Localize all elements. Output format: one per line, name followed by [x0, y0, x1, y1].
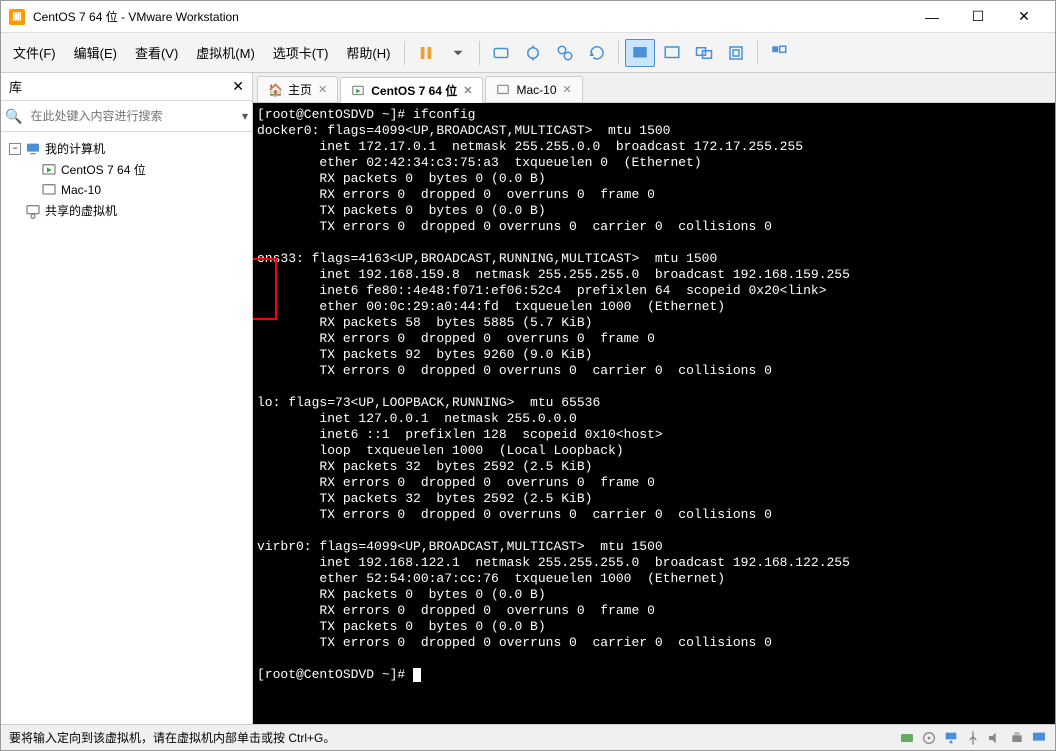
- collapse-icon[interactable]: −: [9, 143, 21, 155]
- terminal[interactable]: [root@CentOSDVD ~]# ifconfig docker0: fl…: [253, 103, 1055, 724]
- tab-label: CentOS 7 64 位: [371, 82, 457, 99]
- tab-home[interactable]: 🏠 主页 ✕: [257, 76, 338, 102]
- printer-icon[interactable]: [1009, 730, 1025, 746]
- sidebar-close-button[interactable]: ✕: [232, 78, 244, 95]
- sidebar-title: 库: [9, 77, 22, 96]
- search-row: 🔍 ▾: [1, 101, 252, 132]
- tab-close-icon[interactable]: ✕: [563, 83, 572, 96]
- tree-label: 我的计算机: [45, 140, 105, 157]
- body-row: 库 ✕ 🔍 ▾ − 我的计算机 CentOS 7 64 位 Mac-10: [1, 73, 1055, 724]
- snapshot-button[interactable]: [518, 39, 548, 67]
- tree-label: Mac-10: [61, 183, 101, 197]
- disk-icon[interactable]: [899, 730, 915, 746]
- tab-label: 主页: [288, 81, 312, 98]
- search-dropdown-icon[interactable]: ▾: [242, 109, 248, 123]
- computer-icon: [25, 141, 41, 157]
- vm-icon: [41, 182, 57, 198]
- tab-label: Mac-10: [516, 83, 556, 97]
- power-options-button[interactable]: [443, 39, 473, 67]
- menu-file[interactable]: 文件(F): [5, 39, 64, 66]
- close-button[interactable]: ✕: [1001, 2, 1047, 32]
- quick-switch-button[interactable]: [689, 39, 719, 67]
- revert-snapshot-button[interactable]: [582, 39, 612, 67]
- terminal-output: [root@CentOSDVD ~]# ifconfig docker0: fl…: [257, 107, 850, 682]
- maximize-button[interactable]: ☐: [955, 2, 1001, 32]
- thumbnail-bar-button[interactable]: [764, 39, 794, 67]
- stretch-guest-button[interactable]: [721, 39, 751, 67]
- tab-close-icon[interactable]: ✕: [463, 84, 472, 97]
- tab-mac[interactable]: Mac-10 ✕: [485, 76, 582, 102]
- search-icon: 🔍: [5, 108, 22, 125]
- tab-close-icon[interactable]: ✕: [318, 83, 327, 96]
- fullscreen-button[interactable]: [625, 39, 655, 67]
- tree-node-my-computer[interactable]: − 我的计算机: [5, 138, 248, 159]
- unity-button[interactable]: [657, 39, 687, 67]
- titlebar: ▣ CentOS 7 64 位 - VMware Workstation — ☐…: [1, 1, 1055, 33]
- minimize-button[interactable]: —: [909, 2, 955, 32]
- usb-icon[interactable]: [965, 730, 981, 746]
- search-input[interactable]: [26, 105, 238, 127]
- snapshot-manager-button[interactable]: [550, 39, 580, 67]
- vm-icon: [496, 83, 510, 97]
- menu-view[interactable]: 查看(V): [127, 39, 186, 66]
- tree-node-mac[interactable]: Mac-10: [5, 180, 248, 200]
- sound-icon[interactable]: [987, 730, 1003, 746]
- app-icon: ▣: [9, 9, 25, 25]
- send-ctrl-alt-del-button[interactable]: [486, 39, 516, 67]
- tree-node-shared[interactable]: 共享的虚拟机: [5, 200, 248, 221]
- shared-vm-icon: [25, 203, 41, 219]
- tab-centos[interactable]: CentOS 7 64 位 ✕: [340, 77, 483, 103]
- cd-icon[interactable]: [921, 730, 937, 746]
- status-message: 要将输入定向到该虚拟机，请在虚拟机内部单击或按 Ctrl+G。: [9, 729, 335, 746]
- pause-button[interactable]: [411, 39, 441, 67]
- statusbar: 要将输入定向到该虚拟机，请在虚拟机内部单击或按 Ctrl+G。: [1, 724, 1055, 750]
- menu-vm[interactable]: 虚拟机(M): [188, 39, 263, 66]
- sidebar: 库 ✕ 🔍 ▾ − 我的计算机 CentOS 7 64 位 Mac-10: [1, 73, 253, 724]
- tree: − 我的计算机 CentOS 7 64 位 Mac-10 共享的虚拟机: [1, 132, 252, 724]
- network-icon[interactable]: [943, 730, 959, 746]
- vm-running-icon: [41, 162, 57, 178]
- main-area: 🏠 主页 ✕ CentOS 7 64 位 ✕ Mac-10 ✕ [root@Ce…: [253, 73, 1055, 724]
- window-title: CentOS 7 64 位 - VMware Workstation: [33, 8, 909, 25]
- tabbar: 🏠 主页 ✕ CentOS 7 64 位 ✕ Mac-10 ✕: [253, 73, 1055, 103]
- tree-node-centos[interactable]: CentOS 7 64 位: [5, 159, 248, 180]
- toolbar: 文件(F) 编辑(E) 查看(V) 虚拟机(M) 选项卡(T) 帮助(H): [1, 33, 1055, 73]
- vm-running-icon: [351, 84, 365, 98]
- status-icons: [899, 730, 1047, 746]
- home-icon: 🏠: [268, 83, 282, 97]
- tree-label: 共享的虚拟机: [45, 202, 117, 219]
- tree-label: CentOS 7 64 位: [61, 161, 146, 178]
- display-icon[interactable]: [1031, 730, 1047, 746]
- terminal-cursor: [413, 668, 421, 682]
- sidebar-header: 库 ✕: [1, 73, 252, 101]
- menu-tabs[interactable]: 选项卡(T): [265, 39, 337, 66]
- menu-edit[interactable]: 编辑(E): [66, 39, 125, 66]
- menu-help[interactable]: 帮助(H): [338, 39, 398, 66]
